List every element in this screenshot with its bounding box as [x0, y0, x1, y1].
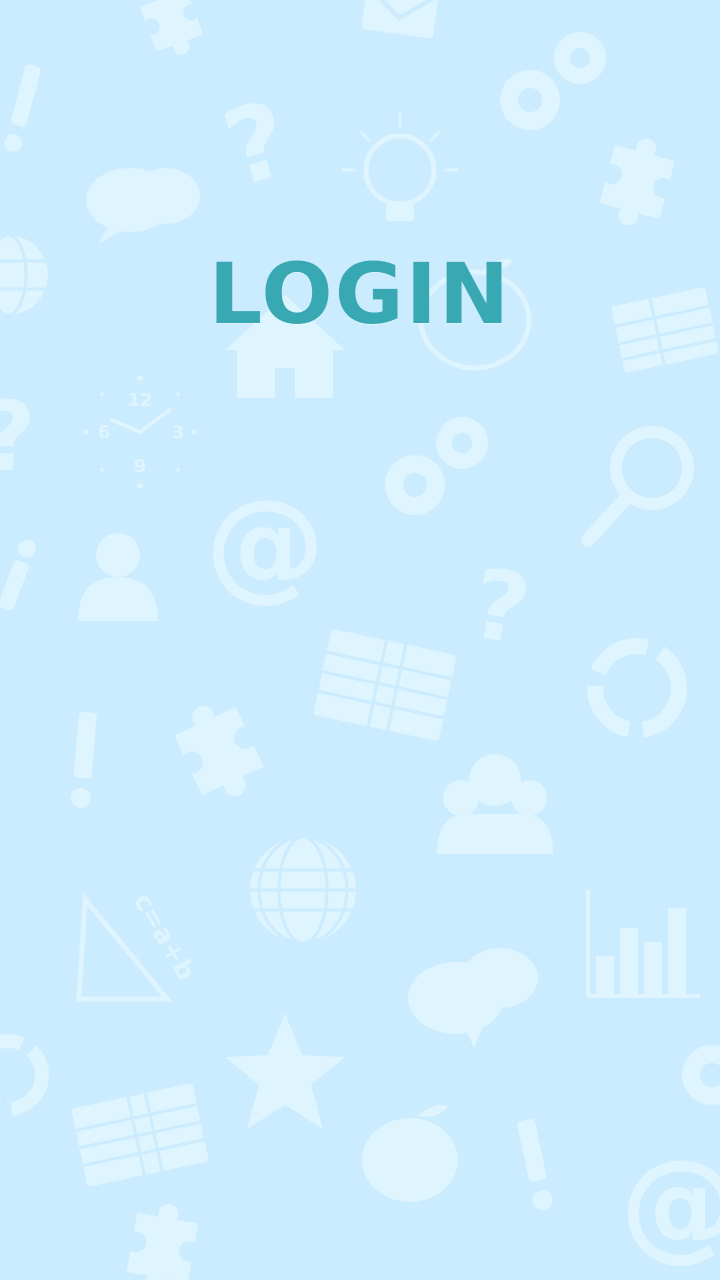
- puzzle-icon: [174, 706, 264, 797]
- group-icon: [437, 754, 553, 854]
- gears-icon: [682, 1045, 720, 1105]
- clock-number-9: 9: [134, 456, 147, 477]
- gears-icon: [500, 32, 606, 130]
- clock-icon: 12 3 6 9: [83, 375, 197, 489]
- refresh-icon: [587, 638, 687, 738]
- login-screen: ? ? ?: [0, 0, 720, 1280]
- svg-text:?: ?: [463, 547, 537, 667]
- clock-number-6: 6: [98, 422, 111, 443]
- page-title: LOGIN: [208, 245, 512, 343]
- spreadsheet-icon: [71, 1083, 209, 1187]
- question-icon: ?: [0, 381, 36, 493]
- clock-number-3: 3: [172, 422, 185, 443]
- clock-number-12: 12: [127, 390, 152, 411]
- user-icon: [78, 533, 158, 621]
- background-doodle-pattern: ? ? ?: [0, 0, 720, 1280]
- envelope-icon: [361, 0, 440, 39]
- star-icon: [225, 1013, 345, 1129]
- globe-icon: [250, 835, 356, 945]
- question-icon: ?: [212, 77, 302, 210]
- refresh-icon: [0, 1034, 49, 1116]
- bar-chart-icon: [586, 890, 700, 998]
- at-sign-icon: @: [205, 475, 325, 614]
- apple-icon: [362, 1105, 458, 1202]
- formula-text: c=a+b: [127, 888, 201, 985]
- exclamation-icon: [4, 64, 41, 152]
- chat-bubbles-icon: [408, 948, 538, 1048]
- lightbulb-icon: [342, 113, 458, 221]
- triangle-formula-icon: c=a+b: [76, 888, 201, 1002]
- puzzle-icon: [126, 1203, 199, 1280]
- gears-icon: [385, 417, 488, 515]
- svg-text:@: @: [205, 475, 325, 614]
- exclamation-icon: [70, 711, 97, 808]
- question-icon: ?: [463, 547, 537, 667]
- svg-text:@: @: [620, 1135, 720, 1274]
- exclamation-icon: [0, 539, 37, 611]
- spreadsheet-icon: [313, 629, 457, 741]
- exclamation-icon: [517, 1118, 553, 1211]
- at-sign-icon: @: [620, 1135, 720, 1274]
- chat-bubbles-icon: [86, 168, 200, 244]
- puzzle-icon: [599, 138, 675, 226]
- puzzle-icon: [139, 0, 204, 55]
- magnifier-icon: [581, 426, 694, 547]
- svg-text:?: ?: [0, 381, 36, 493]
- svg-text:?: ?: [212, 77, 302, 210]
